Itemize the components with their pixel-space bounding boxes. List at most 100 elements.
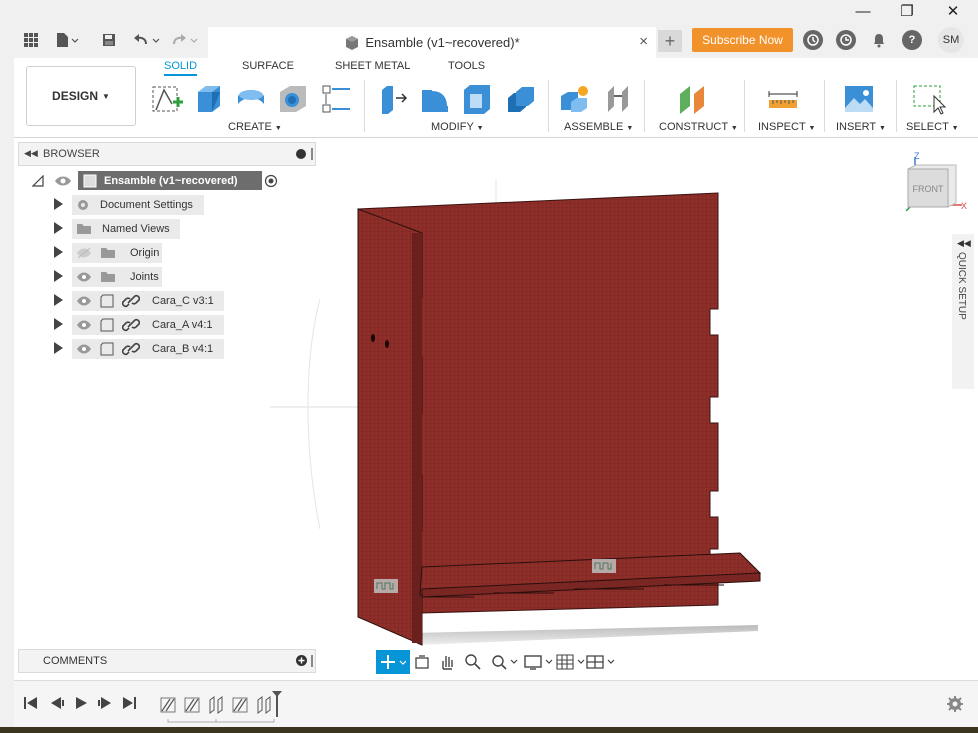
- pan-hand-icon[interactable]: [438, 653, 456, 671]
- tree-item-joints[interactable]: Joints: [50, 265, 210, 289]
- collapsed-triangle-icon[interactable]: [54, 318, 63, 330]
- tab-surface[interactable]: SURFACE: [242, 60, 294, 72]
- play-icon[interactable]: [72, 695, 90, 711]
- joint-marker[interactable]: [374, 579, 398, 593]
- step-back-icon[interactable]: [48, 695, 66, 711]
- eye-icon[interactable]: [76, 343, 92, 355]
- insert-group[interactable]: INSERT ▼: [836, 121, 886, 133]
- new-tab-button[interactable]: +: [658, 30, 682, 52]
- press-pull-tool-icon[interactable]: [376, 82, 410, 116]
- save-button[interactable]: [98, 28, 120, 52]
- create-sketch-tool-icon[interactable]: [150, 82, 184, 116]
- eye-icon[interactable]: [76, 271, 92, 283]
- new-component-tool-icon[interactable]: [558, 82, 592, 116]
- close-window-button[interactable]: ✕: [930, 0, 976, 22]
- subscribe-button[interactable]: Subscribe Now: [692, 28, 793, 52]
- tree-item-origin[interactable]: Origin: [50, 241, 210, 265]
- add-comment-icon[interactable]: [296, 655, 307, 666]
- grid-settings-icon[interactable]: [556, 653, 586, 671]
- timeline-features[interactable]: [158, 687, 288, 723]
- document-tab[interactable]: Ensamble (v1~recovered)* ×: [208, 27, 656, 58]
- look-at-icon[interactable]: [414, 654, 430, 670]
- panel-pin-icon[interactable]: [311, 148, 313, 160]
- collapsed-triangle-icon[interactable]: [54, 270, 63, 282]
- collapsed-triangle-icon[interactable]: [54, 198, 63, 210]
- app-grid-button[interactable]: [18, 28, 44, 52]
- browser-panel-header[interactable]: ◀◀ BROWSER: [18, 142, 316, 166]
- notifications-button[interactable]: [869, 30, 889, 50]
- tree-item-cara-c[interactable]: Cara_C v3:1: [50, 289, 230, 313]
- cara-c-box[interactable]: Cara_C v3:1: [72, 291, 224, 311]
- go-to-start-icon[interactable]: [22, 695, 40, 711]
- tree-item-named-views[interactable]: Named Views: [50, 217, 210, 241]
- fillet-tool-icon[interactable]: [418, 82, 452, 116]
- eye-icon[interactable]: [76, 319, 92, 331]
- cara-b-box[interactable]: Cara_B v4:1: [72, 339, 224, 359]
- combine-tool-icon[interactable]: [504, 82, 538, 116]
- tree-item-cara-b[interactable]: Cara_B v4:1: [50, 337, 230, 361]
- insert-image-tool-icon[interactable]: [842, 82, 876, 116]
- workspace-switcher[interactable]: DESIGN ▼: [26, 66, 136, 126]
- eye-hidden-icon[interactable]: [76, 247, 92, 259]
- construct-group[interactable]: CONSTRUCT ▼: [659, 121, 738, 133]
- joint-marker[interactable]: [592, 559, 616, 573]
- tree-item-document-settings[interactable]: Document Settings: [50, 193, 210, 217]
- timeline-feature-joint[interactable]: [232, 697, 248, 713]
- modify-group[interactable]: MODIFY ▼: [431, 121, 484, 133]
- view-cube[interactable]: FRONT Z X: [905, 151, 967, 212]
- shell-tool-icon[interactable]: [460, 82, 494, 116]
- viewports-icon[interactable]: [586, 653, 616, 671]
- restore-button[interactable]: ❐: [884, 0, 930, 22]
- quick-setup-panel[interactable]: ◀◀ QUICK SETUP: [952, 234, 974, 389]
- collapse-left-icon[interactable]: ◀◀: [24, 148, 38, 159]
- undo-button[interactable]: [132, 28, 162, 52]
- collapsed-triangle-icon[interactable]: [54, 342, 63, 354]
- tab-solid[interactable]: SOLID: [164, 60, 198, 76]
- timeline-feature-rigid-joint[interactable]: [257, 696, 271, 714]
- collapsed-triangle-icon[interactable]: [54, 294, 63, 306]
- comments-panel[interactable]: COMMENTS: [18, 649, 316, 673]
- extensions-button[interactable]: [803, 30, 823, 50]
- inspect-group[interactable]: INSPECT ▼: [758, 121, 815, 133]
- create-group[interactable]: CREATE ▼: [228, 121, 282, 133]
- origin-box[interactable]: Origin: [72, 243, 162, 263]
- timeline-settings-gear-icon[interactable]: [946, 695, 964, 713]
- joints-box[interactable]: Joints: [72, 267, 162, 287]
- file-menu-button[interactable]: [52, 28, 82, 52]
- activate-radio-icon[interactable]: [264, 174, 278, 188]
- pattern-tool-icon[interactable]: [320, 82, 354, 116]
- help-button[interactable]: ?: [902, 30, 922, 50]
- tab-tools[interactable]: TOOLS: [448, 60, 485, 72]
- tab-sheet-metal[interactable]: SHEET METAL: [335, 60, 410, 72]
- eye-icon[interactable]: [76, 295, 92, 307]
- collapsed-triangle-icon[interactable]: [54, 222, 63, 234]
- named-views-box[interactable]: Named Views: [72, 219, 180, 239]
- minimize-button[interactable]: —: [840, 0, 886, 22]
- expanded-triangle-icon[interactable]: [32, 175, 44, 187]
- orbit-button[interactable]: [376, 650, 410, 674]
- go-to-end-icon[interactable]: [120, 695, 138, 711]
- extrude-tool-icon[interactable]: [192, 82, 226, 116]
- tree-root[interactable]: Ensamble (v1~recovered): [32, 169, 292, 193]
- offset-plane-tool-icon[interactable]: [676, 82, 710, 116]
- timeline-feature-joint[interactable]: [160, 697, 176, 713]
- select-tool-icon[interactable]: [912, 82, 946, 116]
- tree-item-cara-a[interactable]: Cara_A v4:1: [50, 313, 230, 337]
- hole-tool-icon[interactable]: [276, 82, 310, 116]
- measure-tool-icon[interactable]: [766, 82, 800, 116]
- timeline-marker[interactable]: [272, 691, 282, 717]
- joint-tool-icon[interactable]: [602, 82, 636, 116]
- timeline-feature-joint[interactable]: [184, 697, 200, 713]
- eye-icon[interactable]: [54, 175, 72, 187]
- minus-icon[interactable]: [296, 149, 306, 159]
- zoom-window-icon[interactable]: [490, 653, 518, 671]
- timeline-feature-rigid-joint[interactable]: [209, 696, 223, 714]
- cara-a-box[interactable]: Cara_A v4:1: [72, 315, 224, 335]
- collapsed-triangle-icon[interactable]: [54, 246, 63, 258]
- avatar[interactable]: SM: [938, 27, 964, 53]
- redo-button[interactable]: [170, 28, 200, 52]
- zoom-icon[interactable]: [464, 653, 482, 671]
- select-group[interactable]: SELECT ▼: [906, 121, 959, 133]
- step-forward-icon[interactable]: [96, 695, 114, 711]
- document-settings-box[interactable]: Document Settings: [72, 195, 204, 215]
